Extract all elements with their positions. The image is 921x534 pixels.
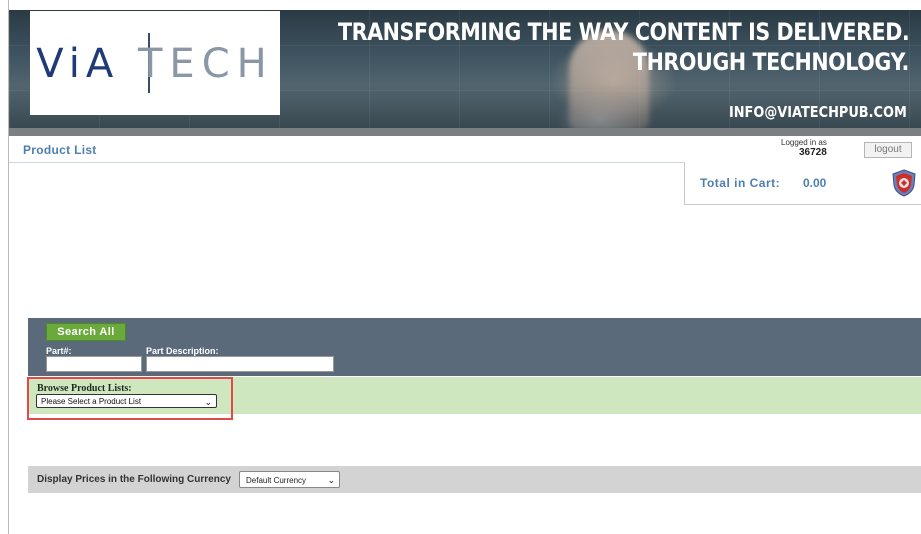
part-description-input[interactable]: [146, 356, 334, 372]
cart-total-label: Total in Cart:: [700, 176, 781, 190]
cart-shield-icon[interactable]: [889, 168, 919, 198]
cart-summary: Total in Cart: 0.00: [684, 162, 921, 205]
part-number-label: Part#:: [46, 346, 72, 356]
logo-text-via: ViA: [36, 41, 120, 87]
banner-tagline-line2: THROUGH TECHNOLOGY.: [632, 48, 909, 76]
logo-text: ViA TECH: [30, 41, 280, 87]
chevron-down-icon: ⌄: [327, 475, 335, 485]
part-description-label: Part Description:: [146, 346, 219, 356]
page-title[interactable]: Product List: [23, 143, 97, 157]
banner-tagline-line1: TRANSFORMING THE WAY CONTENT IS DELIVERE…: [337, 18, 910, 46]
nav-bar: Product List Logged in as 36728 logout: [9, 136, 921, 163]
search-all-button[interactable]: Search All: [46, 323, 126, 341]
user-id: 36728: [799, 147, 827, 158]
viatech-logo: ViA TECH: [30, 11, 280, 115]
header-banner: ViA TECH TRANSFORMING THE WAY CONTENT IS…: [9, 10, 921, 136]
search-panel: Search All Part#: Part Description:: [28, 318, 921, 376]
currency-bar: Display Prices in the Following Currency…: [28, 466, 921, 493]
banner-email: INFO@VIATECHPUB.COM: [729, 103, 907, 121]
currency-label: Display Prices in the Following Currency: [37, 474, 231, 485]
logout-button[interactable]: logout: [864, 142, 912, 158]
logged-in-label: Logged in as: [781, 138, 827, 147]
banner-bottom-strip: [9, 128, 921, 136]
highlight-box: [27, 377, 233, 420]
part-number-input[interactable]: [46, 356, 142, 372]
cart-total-value: 0.00: [803, 176, 827, 190]
logo-text-tech: TECH: [137, 41, 274, 87]
currency-select-value: Default Currency: [246, 476, 307, 485]
currency-select[interactable]: Default Currency ⌄: [239, 471, 340, 488]
